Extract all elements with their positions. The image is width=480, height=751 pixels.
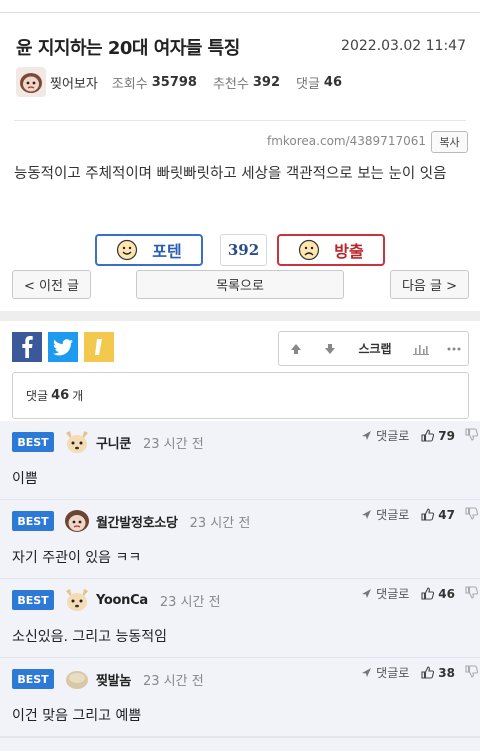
reply-arrow-icon <box>362 668 372 677</box>
post-title: 윤 지지하는 20대 여자들 특징 <box>16 38 240 59</box>
best-badge: BEST <box>12 590 54 610</box>
thumbs-down-icon[interactable] <box>465 506 479 523</box>
comment-text: 이건 맞음 그리고 예쁨 <box>12 708 142 724</box>
reply-arrow-icon <box>362 589 372 598</box>
meta-divider <box>14 120 466 121</box>
thumbs-up-icon <box>421 666 435 679</box>
comment-actions: 댓글로 47 <box>361 506 479 523</box>
thumbs-up-icon <box>421 587 435 600</box>
recommends-count: 392 <box>252 74 280 90</box>
comment-time: 23 시간 전 <box>159 594 221 610</box>
section-divider <box>0 311 480 321</box>
copy-url-button[interactable]: 복사 <box>431 131 468 153</box>
top-divider <box>0 12 480 13</box>
like-count: 47 <box>438 507 455 522</box>
comment-count-box: 댓글 46 개 <box>12 372 469 419</box>
comment-count-suffix: 개 <box>72 389 84 403</box>
author-name[interactable]: 찢어보자 <box>50 73 98 92</box>
comments-count: 46 <box>323 74 343 90</box>
arrow-up-icon[interactable] <box>279 332 313 365</box>
reply-label: 댓글로 <box>376 666 410 680</box>
arrow-down-icon[interactable] <box>313 332 347 365</box>
comment-count-prefix: 댓글 <box>26 389 49 403</box>
comment-time: 23 시간 전 <box>142 436 204 452</box>
downvote-button[interactable]: 방출 <box>277 234 385 266</box>
best-badge: BEST <box>12 432 54 452</box>
prev-post-button[interactable]: < 이전 글 <box>12 270 91 299</box>
comment-item: BEST 구니쿤 23 시간 전 댓글로 79 이쁨 <box>0 421 480 500</box>
comment-list: BEST 구니쿤 23 시간 전 댓글로 79 이쁨 BEST 월간발정호소당 … <box>0 421 480 737</box>
comment-actions: 댓글로 38 <box>361 664 479 681</box>
thumbs-up-icon <box>421 429 435 442</box>
commenter-nick[interactable]: 월간발정호소당 <box>96 512 178 531</box>
reply-label: 댓글로 <box>376 429 410 443</box>
reply-label: 댓글로 <box>376 587 410 601</box>
reply-arrow-icon <box>362 510 372 519</box>
post-url[interactable]: fmkorea.com/4389717061 <box>267 134 426 148</box>
facebook-icon[interactable] <box>12 332 42 362</box>
list-button[interactable]: 목록으로 <box>136 270 344 299</box>
post-body: 능동적이고 주체적이며 빠릿빠릿하고 세상을 객관적으로 보는 눈이 잇음 <box>14 166 447 182</box>
comment-count-number: 46 <box>51 388 70 403</box>
comment-time: 23 시간 전 <box>189 515 251 531</box>
post-date: 2022.03.02 11:47 <box>341 38 466 54</box>
comment-actions: 댓글로 46 <box>361 585 479 602</box>
next-post-button[interactable]: 다음 글 > <box>390 270 469 299</box>
comment-item: BEST YoonCa 23 시간 전 댓글로 46 소신있음. 그리고 능동적… <box>0 579 480 658</box>
comment-text: 이쁨 <box>12 471 38 487</box>
thumbs-down-icon[interactable] <box>465 585 479 602</box>
comments-label: 댓글 <box>296 76 320 92</box>
comment-text: 소신있음. 그리고 능동적임 <box>12 629 168 645</box>
reply-button[interactable]: 댓글로 <box>361 664 409 681</box>
more-icon[interactable] <box>439 332 468 365</box>
reply-arrow-icon <box>362 431 372 440</box>
views-label: 조회수 <box>111 76 148 92</box>
next-comment-peek <box>0 737 480 751</box>
happy-face-icon <box>116 239 138 261</box>
commenter-avatar[interactable] <box>64 666 90 692</box>
bar-chart-icon[interactable] <box>403 332 439 365</box>
vote-count: 392 <box>220 234 267 266</box>
commenter-avatar[interactable] <box>64 508 90 534</box>
like-button[interactable]: 79 <box>421 429 455 443</box>
commenter-nick[interactable]: 구니쿤 <box>96 433 131 452</box>
comment-actions: 댓글로 79 <box>361 427 479 444</box>
scrap-button[interactable]: 스크랩 <box>347 332 403 365</box>
like-button[interactable]: 46 <box>421 587 455 601</box>
kakao-icon[interactable] <box>84 332 114 362</box>
upvote-button[interactable]: 포텐 <box>95 234 203 266</box>
commenter-nick[interactable]: 찢발놈 <box>96 670 131 689</box>
commenter-nick[interactable]: YoonCa <box>96 593 148 608</box>
reply-label: 댓글로 <box>376 508 410 522</box>
reply-button[interactable]: 댓글로 <box>361 506 409 523</box>
reply-button[interactable]: 댓글로 <box>361 427 409 444</box>
best-badge: BEST <box>12 511 54 531</box>
comment-time: 23 시간 전 <box>142 673 204 689</box>
sad-face-icon <box>298 239 320 261</box>
like-button[interactable]: 47 <box>421 508 455 522</box>
comment-item: BEST 찢발놈 23 시간 전 댓글로 38 이건 맞음 그리고 예쁨 <box>0 658 480 737</box>
like-count: 79 <box>438 428 455 443</box>
reply-button[interactable]: 댓글로 <box>361 585 409 602</box>
post-meta: 찢어보자 조회수 35798 추천수 392 댓글 46 <box>16 66 358 98</box>
best-badge: BEST <box>12 669 54 689</box>
like-button[interactable]: 38 <box>421 666 455 680</box>
recommends-label: 추천수 <box>212 76 249 92</box>
twitter-icon[interactable] <box>48 332 78 362</box>
downvote-label: 방출 <box>334 242 364 261</box>
like-count: 38 <box>438 665 455 680</box>
thumbs-down-icon[interactable] <box>465 427 479 444</box>
thumbs-down-icon[interactable] <box>465 664 479 681</box>
commenter-avatar[interactable] <box>64 429 90 455</box>
post-toolbar: 스크랩 <box>278 331 469 366</box>
like-count: 46 <box>438 586 455 601</box>
author-avatar[interactable] <box>16 67 46 97</box>
comment-text: 자기 주관이 있음 ㅋㅋ <box>12 550 142 566</box>
upvote-label: 포텐 <box>152 242 182 261</box>
commenter-avatar[interactable] <box>64 587 90 613</box>
thumbs-up-icon <box>421 508 435 521</box>
views-count: 35798 <box>151 74 197 90</box>
comment-item: BEST 월간발정호소당 23 시간 전 댓글로 47 자기 주관이 있음 ㅋㅋ <box>0 500 480 579</box>
